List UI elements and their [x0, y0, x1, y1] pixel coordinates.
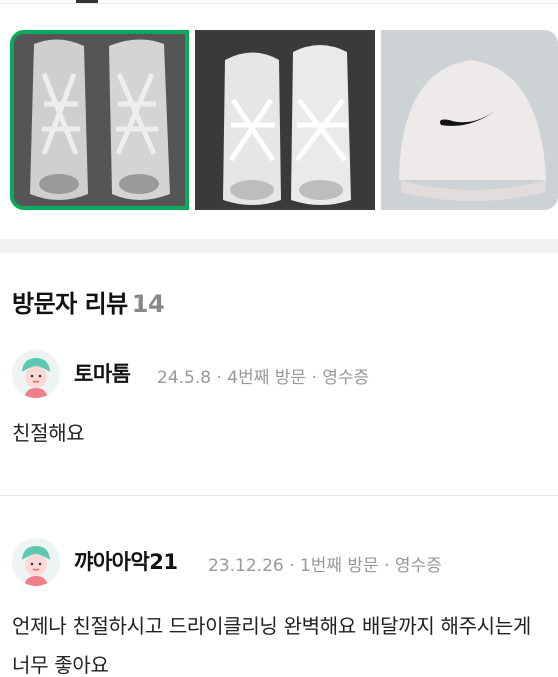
tab-indicator [76, 0, 98, 3]
reviews-section-title: 방문자 리뷰 14 [12, 284, 165, 319]
section-separator [0, 239, 558, 253]
reviewer-nickname[interactable]: 토마톰 [74, 358, 131, 388]
photo-thumbnail-cap[interactable] [381, 30, 558, 210]
review-meta: 23.12.26 · 1번째 방문 · 영수증 [208, 556, 442, 576]
avatar[interactable] [12, 538, 60, 586]
photo-thumbnail-sneakers-1[interactable] [10, 30, 189, 210]
sneakers-photo-1 [14, 34, 185, 206]
photo-thumbnail-sneakers-2[interactable] [195, 30, 375, 210]
review-text: 친절해요 [12, 421, 85, 445]
avatar[interactable] [12, 350, 60, 398]
reviewer-nickname[interactable]: 꺄아아악21 [74, 546, 178, 576]
photo-gallery [10, 30, 558, 210]
user-avatar-icon [12, 538, 60, 586]
reviews-title-text: 방문자 리뷰 [12, 290, 128, 318]
nike-cap-photo [381, 30, 558, 210]
review-meta: 24.5.8 · 4번째 방문 · 영수증 [157, 368, 370, 388]
review-divider [0, 495, 558, 496]
sneakers-photo-2 [195, 30, 375, 210]
review-count: 14 [131, 290, 165, 318]
review-text: 언제나 친절하시고 드라이클리닝 완벽해요 배달까지 해주시는게 너무 좋아요 [12, 614, 531, 677]
user-avatar-icon [12, 350, 60, 398]
